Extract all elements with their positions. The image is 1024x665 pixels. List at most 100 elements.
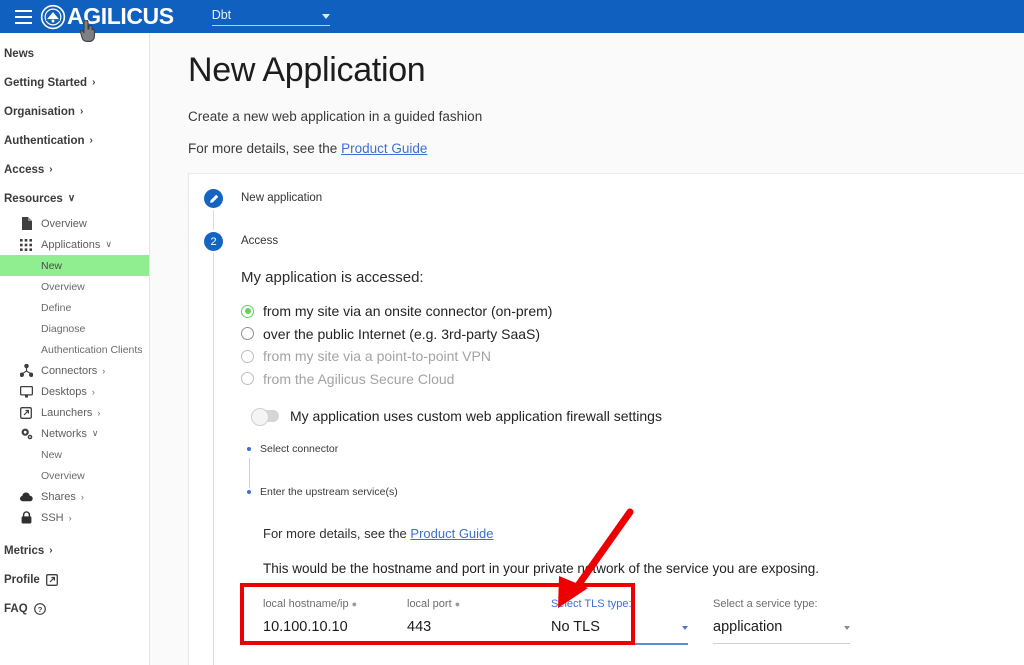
stepper-step-new-application[interactable]: New application — [189, 189, 322, 208]
substep-enter-upstream-service[interactable]: Enter the upstream service(s) — [247, 484, 1024, 499]
sidebar-item-label: SSH — [41, 511, 64, 524]
sidebar-item-resources[interactable]: Resources ∨ — [0, 184, 149, 213]
field-value-text: application — [713, 619, 783, 635]
service-type-select[interactable]: application — [713, 619, 850, 644]
service-fields-row: local hostname/ip ● 10.100.10.10 local p… — [263, 598, 1024, 645]
stepper-step-label: New application — [241, 192, 323, 204]
required-asterisk: ● — [351, 599, 358, 609]
hamburger-icon[interactable] — [8, 9, 38, 24]
main-content: New Application Create a new web applica… — [150, 33, 1024, 665]
sidebar-item-shares[interactable]: Shares › — [0, 486, 149, 507]
substep-select-connector[interactable]: Select connector — [247, 441, 1024, 456]
brand-logo[interactable]: AGILICUS — [40, 3, 174, 30]
access-step-body: My application is accessed: from my site… — [241, 269, 1024, 665]
chevron-right-icon: › — [68, 512, 72, 523]
product-guide-link[interactable]: Product Guide — [410, 526, 493, 541]
chevron-right-icon: › — [97, 407, 101, 418]
local-port-input[interactable]: 443 — [407, 619, 526, 644]
sidebar-item-applications-overview[interactable]: Overview — [0, 276, 149, 297]
mouse-cursor-hand-icon — [79, 20, 95, 42]
sidebar-item-news[interactable]: News — [0, 39, 149, 68]
sidebar-item-label: Resources — [4, 192, 63, 205]
stepper-step-access[interactable]: 2 Access — [189, 232, 278, 251]
chevron-right-icon: › — [80, 491, 84, 502]
field-label-text: local port — [407, 598, 452, 610]
sidebar-item-applications-auth-clients[interactable]: Authentication Clients — [0, 339, 149, 360]
sidebar-item-label: Shares — [41, 490, 76, 503]
radio-option-onsite-connector[interactable]: from my site via an onsite connector (on… — [241, 300, 1024, 323]
stepper-step-label: Access — [241, 235, 279, 247]
grid-apps-icon — [18, 238, 34, 252]
radio-indicator — [241, 304, 254, 318]
radio-option-label: from my site via a point-to-point VPN — [263, 348, 491, 365]
field-label: Select TLS type: — [551, 598, 688, 610]
radio-option-label: from the Agilicus Secure Cloud — [263, 370, 455, 387]
sidebar-item-label: Access — [4, 163, 45, 176]
sidebar-item-label: Authentication — [4, 134, 85, 147]
field-service-type[interactable]: Select a service type: application — [713, 598, 850, 645]
bullet-dot-icon — [247, 446, 251, 451]
field-tls-type[interactable]: Select TLS type: No TLS — [551, 598, 688, 645]
sidebar-item-networks[interactable]: Networks ∨ — [0, 423, 149, 444]
chevron-down-icon — [844, 626, 850, 630]
chevron-right-icon: › — [89, 135, 93, 146]
radio-option-label: from my site via an onsite connector (on… — [263, 303, 553, 320]
radio-indicator — [241, 327, 254, 341]
page-header: New Application Create a new web applica… — [150, 33, 1024, 156]
sidebar-item-label: Metrics — [4, 544, 45, 557]
chevron-right-icon: › — [49, 164, 53, 175]
sidebar-item-label: Define — [41, 301, 72, 314]
sidebar-item-label: Getting Started — [4, 76, 88, 89]
field-value-text: No TLS — [551, 619, 600, 635]
sidebar-item-connectors[interactable]: Connectors › — [0, 360, 149, 381]
sidebar-item-label: Overview — [41, 469, 85, 482]
substep-label: Enter the upstream service(s) — [260, 485, 398, 498]
sidebar-item-ssh[interactable]: SSH › — [0, 507, 149, 528]
field-label-text: Select TLS type: — [551, 598, 632, 610]
chevron-right-icon: › — [92, 77, 96, 88]
sidebar-item-launchers[interactable]: Launchers › — [0, 402, 149, 423]
sidebar-item-desktops[interactable]: Desktops › — [0, 381, 149, 402]
sidebar-item-applications-diagnose[interactable]: Diagnose — [0, 318, 149, 339]
sidebar-item-profile[interactable]: Profile — [0, 565, 149, 594]
local-hostname-input[interactable]: 10.100.10.10 — [263, 619, 382, 644]
chevron-down-icon — [682, 626, 688, 630]
tls-type-select[interactable]: No TLS — [551, 619, 688, 645]
sidebar-item-label: FAQ — [4, 602, 28, 615]
top-app-bar: AGILICUS Dbt — [0, 0, 1024, 33]
sidebar-item-applications-define[interactable]: Define — [0, 297, 149, 318]
sidebar-item-resources-overview[interactable]: Overview — [0, 213, 149, 234]
sidebar-item-faq[interactable]: FAQ ? — [0, 594, 149, 623]
pencil-icon — [204, 189, 223, 208]
sidebar-item-access[interactable]: Access › — [0, 155, 149, 184]
sidebar-item-organisation[interactable]: Organisation › — [0, 97, 149, 126]
stepper-connector-line — [213, 210, 214, 230]
chevron-right-icon: › — [79, 106, 84, 117]
gear-network-icon — [18, 427, 34, 441]
sidebar-item-applications-new[interactable]: New — [0, 255, 149, 276]
field-label: local hostname/ip ● — [263, 598, 382, 610]
sidebar-item-networks-new[interactable]: New — [0, 444, 149, 465]
service-hint-text: This would be the hostname and port in y… — [263, 561, 820, 576]
sidebar-nav[interactable]: News Getting Started › Organisation › Au… — [0, 33, 150, 665]
sidebar-item-label: Launchers — [41, 406, 93, 419]
field-local-hostname-ip[interactable]: local hostname/ip ● 10.100.10.10 — [263, 598, 382, 645]
access-radio-group[interactable]: from my site via an onsite connector (on… — [241, 300, 1024, 390]
sidebar-item-authentication[interactable]: Authentication › — [0, 126, 149, 155]
sidebar-item-getting-started[interactable]: Getting Started › — [0, 68, 149, 97]
firewall-settings-toggle[interactable]: My application uses custom web applicati… — [251, 408, 1024, 426]
product-guide-link[interactable]: Product Guide — [341, 141, 427, 156]
sidebar-item-metrics[interactable]: Metrics › — [0, 536, 149, 565]
external-link-icon — [18, 406, 34, 420]
organisation-selector[interactable]: Dbt — [211, 7, 330, 26]
field-label-text: Select a service type: — [713, 598, 818, 610]
sidebar-item-label: Overview — [41, 217, 87, 230]
radio-option-public-internet[interactable]: over the public Internet (e.g. 3rd-party… — [241, 323, 1024, 346]
field-local-port[interactable]: local port ● 443 — [407, 598, 526, 645]
step-number-badge: 2 — [204, 232, 223, 251]
sidebar-item-applications[interactable]: Applications ∨ — [0, 234, 149, 255]
chevron-down-icon: ∨ — [105, 239, 112, 249]
organisation-value: Dbt — [211, 7, 232, 22]
chevron-right-icon: › — [91, 386, 95, 397]
sidebar-item-networks-overview[interactable]: Overview — [0, 465, 149, 486]
